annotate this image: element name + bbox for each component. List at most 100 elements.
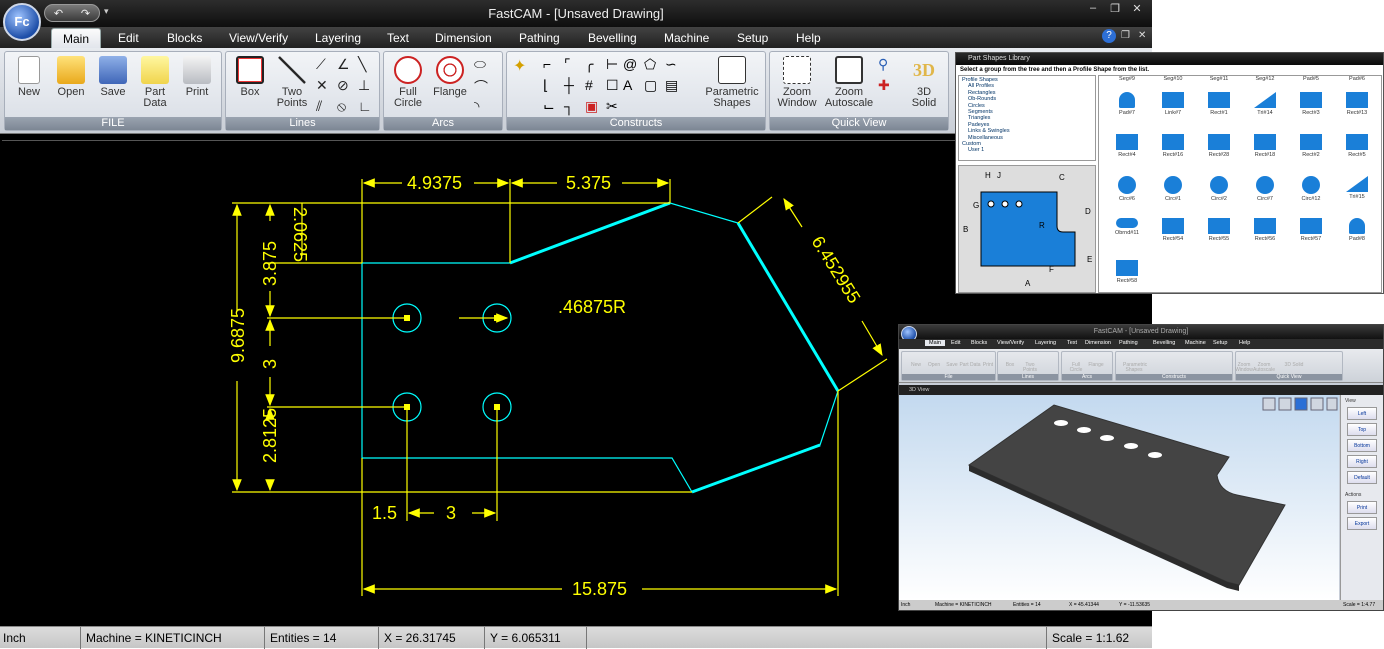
point-icon[interactable]: ✦: [513, 56, 531, 75]
break-icon[interactable]: ⌙: [543, 98, 561, 116]
zoom-in-icon[interactable]: [1262, 397, 1276, 411]
w2-ribbon-button[interactable]: Print: [977, 363, 999, 368]
round-corner-icon[interactable]: ╭: [585, 56, 603, 74]
view-right-button[interactable]: Right: [1347, 455, 1377, 468]
3d-viewport[interactable]: [899, 395, 1339, 600]
tab-blocks[interactable]: Blocks: [167, 31, 202, 45]
shape-item[interactable]: Link#7: [1151, 90, 1195, 128]
tab-layering[interactable]: Layering: [315, 31, 361, 45]
shape-item[interactable]: Rect#28: [1197, 132, 1241, 170]
view-left-button[interactable]: Left: [1347, 407, 1377, 420]
view-bottom-button[interactable]: Bottom: [1347, 439, 1377, 452]
w2-tab[interactable]: Main: [925, 340, 945, 346]
shape-item[interactable]: Circ#6: [1105, 174, 1149, 212]
ellipse-tool-icon[interactable]: ⬭: [474, 56, 492, 74]
w2-tab[interactable]: Edit: [951, 340, 960, 346]
w2-tab[interactable]: Text: [1067, 340, 1077, 346]
w2-ribbon-button[interactable]: Full Circle: [1065, 363, 1087, 373]
application-menu-button[interactable]: Fc: [3, 3, 41, 41]
shape-item[interactable]: Rect#13: [1335, 90, 1379, 128]
panel-icon[interactable]: ▤: [665, 77, 683, 95]
text-a-icon[interactable]: A: [623, 77, 641, 95]
w2-tab[interactable]: Help: [1239, 340, 1250, 346]
tilde-icon[interactable]: ∽: [665, 56, 683, 74]
zoom-out-icon[interactable]: [1278, 397, 1292, 411]
square-icon[interactable]: ▣: [585, 98, 603, 116]
pan-icon[interactable]: ✚: [878, 77, 896, 95]
3d-solid-button[interactable]: 3D 3D Solid: [904, 56, 944, 109]
w2-ribbon-button[interactable]: Zoom Window: [1233, 363, 1255, 373]
help-icon[interactable]: ?: [1102, 29, 1116, 43]
ribbon-close-icon[interactable]: ✕: [1138, 30, 1146, 41]
psl-tree[interactable]: Profile Shapes All Profiles Rectangles O…: [958, 75, 1096, 161]
circle-line-tool-icon[interactable]: ⦸: [337, 98, 355, 116]
scissors-icon[interactable]: ✂: [606, 98, 624, 116]
w2-tab[interactable]: Machine: [1185, 340, 1206, 346]
tab-edit[interactable]: Edit: [118, 31, 139, 45]
trim-icon[interactable]: ⊢: [606, 56, 624, 74]
tab-dimension[interactable]: Dimension: [435, 31, 492, 45]
save-button[interactable]: Save: [93, 56, 133, 98]
tab-text[interactable]: Text: [387, 31, 409, 45]
zoom-autoscale-button[interactable]: Zoom Autoscale: [822, 56, 876, 109]
intersect-icon[interactable]: ┼: [564, 77, 582, 95]
tangent-tool-icon[interactable]: ⊘: [337, 77, 355, 95]
angle-tool-icon[interactable]: ∠: [337, 56, 355, 74]
flange-button[interactable]: Flange: [430, 56, 470, 98]
ribbon-restore-icon[interactable]: ❐: [1121, 30, 1130, 41]
view-top-button[interactable]: Top: [1347, 423, 1377, 436]
close-icon[interactable]: ✕: [1126, 2, 1148, 18]
w2-tab[interactable]: Pathing: [1119, 340, 1138, 346]
tree-item[interactable]: User 1: [962, 147, 1092, 153]
w2-ribbon-button[interactable]: Parametric Shapes: [1123, 363, 1147, 373]
fit-3d-icon[interactable]: [1326, 397, 1338, 411]
line-tool-icon[interactable]: ⟋: [316, 56, 334, 74]
print-button[interactable]: Print: [177, 56, 217, 98]
rotate-3d-icon[interactable]: [1310, 397, 1324, 411]
w2-tab[interactable]: Blocks: [971, 340, 987, 346]
arc-tool-icon[interactable]: ⌒: [474, 77, 492, 95]
shape-item[interactable]: Rect#58: [1105, 258, 1149, 296]
w2-tab[interactable]: Layering: [1035, 340, 1056, 346]
action-export-button[interactable]: Export: [1347, 517, 1377, 530]
w2-tab[interactable]: Bevelling: [1153, 340, 1175, 346]
shape-item[interactable]: Rect#3: [1289, 90, 1333, 128]
two-points-button[interactable]: Two Points: [272, 56, 312, 109]
zoom-window-button[interactable]: Zoom Window: [774, 56, 820, 109]
shape-item[interactable]: Tri#14: [1243, 90, 1287, 128]
tab-machine[interactable]: Machine: [664, 31, 709, 45]
box-button[interactable]: Box: [230, 56, 270, 98]
full-circle-button[interactable]: Full Circle: [388, 56, 428, 109]
tab-setup[interactable]: Setup: [737, 31, 768, 45]
fillet-icon[interactable]: ⌐: [543, 56, 561, 74]
arc-3pt-tool-icon[interactable]: ◝: [474, 98, 492, 116]
shape-item[interactable]: Obrnd#11: [1105, 216, 1149, 254]
shape-item[interactable]: Rect#5: [1335, 132, 1379, 170]
new-button[interactable]: New: [9, 56, 49, 98]
shape-item[interactable]: Pad#8: [1335, 216, 1379, 254]
part-data-button[interactable]: Part Data: [135, 56, 175, 109]
tab-help[interactable]: Help: [796, 31, 821, 45]
hash-icon[interactable]: #: [585, 77, 603, 95]
shape-item[interactable]: Circ#1: [1151, 174, 1195, 212]
w2-tab[interactable]: Setup: [1213, 340, 1227, 346]
slash-tool-icon[interactable]: ╲: [358, 56, 376, 74]
frame-icon[interactable]: ▢: [644, 77, 662, 95]
offset-tool-icon[interactable]: ⫽: [316, 98, 334, 116]
shape-item[interactable]: Rect#4: [1105, 132, 1149, 170]
tab-pathing[interactable]: Pathing: [519, 31, 560, 45]
corner-tool-icon[interactable]: ∟: [358, 98, 376, 116]
chamfer-icon[interactable]: ⌜: [564, 56, 582, 74]
tab-bevelling[interactable]: Bevelling: [588, 31, 637, 45]
shape-item[interactable]: Rect#54: [1151, 216, 1195, 254]
spiral-icon[interactable]: @: [623, 56, 641, 74]
restore-icon[interactable]: ❐: [1104, 2, 1126, 18]
shape-item[interactable]: Pad#7: [1105, 90, 1149, 128]
extend-icon[interactable]: ⌊: [543, 77, 561, 95]
parametric-shapes-button[interactable]: Parametric Shapes: [703, 56, 761, 109]
tab-view-verify[interactable]: View/Verify: [229, 31, 288, 45]
shape-item[interactable]: Circ#2: [1197, 174, 1241, 212]
shape-item[interactable]: Circ#12: [1289, 174, 1333, 212]
w2-ribbon-button[interactable]: 3D Solid: [1283, 363, 1305, 368]
shape-item[interactable]: Rect#57: [1289, 216, 1333, 254]
